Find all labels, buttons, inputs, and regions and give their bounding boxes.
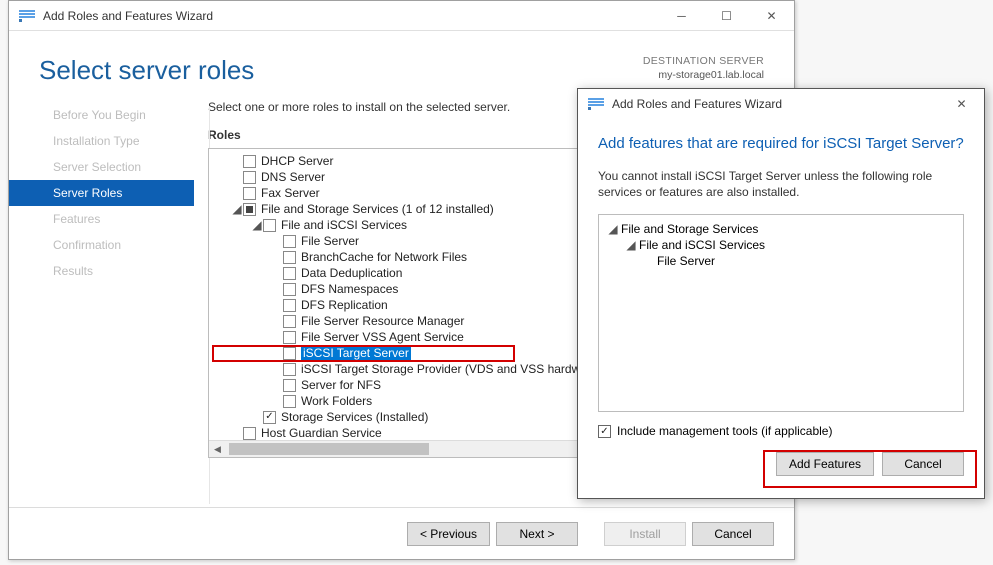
role-checkbox[interactable] <box>283 283 296 296</box>
role-label: Work Folders <box>301 394 372 408</box>
role-checkbox[interactable] <box>263 411 276 424</box>
add-features-dialog: Add Roles and Features Wizard ✕ Add feat… <box>577 88 985 499</box>
include-tools-checkbox[interactable] <box>598 425 611 438</box>
tree-label: File and iSCSI Services <box>639 238 765 252</box>
role-label: File and Storage Services (1 of 12 insta… <box>261 202 494 216</box>
role-label: iSCSI Target Server <box>301 346 411 360</box>
role-label: Data Deduplication <box>301 266 402 280</box>
destination-server: DESTINATION SERVER my-storage01.lab.loca… <box>643 55 764 82</box>
role-checkbox[interactable] <box>283 251 296 264</box>
role-label: File Server Resource Manager <box>301 314 464 328</box>
wizard-steps: Before You BeginInstallation TypeServer … <box>39 96 194 491</box>
wizard-buttons: < Previous Next > Install Cancel <box>9 507 794 559</box>
destination-label: DESTINATION SERVER <box>643 55 764 69</box>
install-button[interactable]: Install <box>604 522 686 546</box>
app-icon <box>588 96 604 112</box>
wizard-step[interactable]: Installation Type <box>39 128 194 154</box>
role-checkbox[interactable] <box>283 395 296 408</box>
wizard-step[interactable]: Features <box>39 206 194 232</box>
maximize-button[interactable]: ☐ <box>704 1 749 31</box>
role-checkbox[interactable] <box>263 219 276 232</box>
role-label: Host Guardian Service <box>261 426 382 440</box>
role-label: File and iSCSI Services <box>281 218 407 232</box>
window-title: Add Roles and Features Wizard <box>43 9 659 23</box>
wizard-step[interactable]: Confirmation <box>39 232 194 258</box>
titlebar[interactable]: Add Roles and Features Wizard ─ ☐ ✕ <box>9 1 794 31</box>
tree-label: File Server <box>657 254 715 268</box>
role-checkbox[interactable] <box>283 331 296 344</box>
twisty-icon[interactable]: ◢ <box>251 218 263 232</box>
scroll-thumb-h[interactable] <box>229 443 429 455</box>
include-tools-label: Include management tools (if applicable) <box>617 424 832 438</box>
twisty-icon[interactable]: ◢ <box>625 238 637 252</box>
role-label: File Server VSS Agent Service <box>301 330 464 344</box>
role-label: DHCP Server <box>261 154 333 168</box>
role-checkbox[interactable] <box>283 379 296 392</box>
previous-button[interactable]: < Previous <box>407 522 490 546</box>
wizard-step[interactable]: Before You Begin <box>39 102 194 128</box>
dialog-titlebar[interactable]: Add Roles and Features Wizard ✕ <box>578 89 984 119</box>
role-label: DFS Replication <box>301 298 388 312</box>
dialog-question: Add features that are required for iSCSI… <box>598 135 964 152</box>
role-checkbox[interactable] <box>283 235 296 248</box>
next-button[interactable]: Next > <box>496 522 578 546</box>
role-checkbox[interactable] <box>243 155 256 168</box>
dialog-title: Add Roles and Features Wizard <box>612 97 939 111</box>
role-checkbox[interactable] <box>283 315 296 328</box>
page-title: Select server roles <box>39 55 643 86</box>
wizard-step[interactable]: Results <box>39 258 194 284</box>
role-checkbox[interactable] <box>243 171 256 184</box>
destination-value: my-storage01.lab.local <box>643 69 764 83</box>
dialog-cancel-button[interactable]: Cancel <box>882 452 964 476</box>
role-label: BranchCache for Network Files <box>301 250 467 264</box>
role-checkbox[interactable] <box>283 299 296 312</box>
scroll-left-icon[interactable]: ◀ <box>209 441 226 457</box>
role-checkbox[interactable] <box>283 347 296 360</box>
dialog-message: You cannot install iSCSI Target Server u… <box>598 168 964 200</box>
tree-label: File and Storage Services <box>621 222 758 236</box>
close-button[interactable]: ✕ <box>749 1 794 31</box>
role-label: DFS Namespaces <box>301 282 398 296</box>
role-label: DNS Server <box>261 170 325 184</box>
role-label: File Server <box>301 234 359 248</box>
add-features-button[interactable]: Add Features <box>776 452 874 476</box>
role-label: Fax Server <box>261 186 320 200</box>
role-checkbox[interactable] <box>243 427 256 440</box>
minimize-button[interactable]: ─ <box>659 1 704 31</box>
role-label: Storage Services (Installed) <box>281 410 428 424</box>
role-checkbox[interactable] <box>243 187 256 200</box>
wizard-step[interactable]: Server Selection <box>39 154 194 180</box>
cancel-button[interactable]: Cancel <box>692 522 774 546</box>
twisty-icon[interactable]: ◢ <box>231 202 243 216</box>
tree-row[interactable]: File Server <box>607 253 955 269</box>
role-checkbox[interactable] <box>243 203 256 216</box>
wizard-step[interactable]: Server Roles <box>9 180 194 206</box>
role-checkbox[interactable] <box>283 363 296 376</box>
role-label: Server for NFS <box>301 378 381 392</box>
role-checkbox[interactable] <box>283 267 296 280</box>
tree-row[interactable]: ◢File and iSCSI Services <box>607 237 955 253</box>
include-tools-row[interactable]: Include management tools (if applicable) <box>598 424 964 438</box>
dialog-close-button[interactable]: ✕ <box>939 89 984 119</box>
tree-row[interactable]: ◢File and Storage Services <box>607 221 955 237</box>
app-icon <box>19 8 35 24</box>
required-features-tree: ◢File and Storage Services◢File and iSCS… <box>598 214 964 412</box>
twisty-icon[interactable]: ◢ <box>607 222 619 236</box>
